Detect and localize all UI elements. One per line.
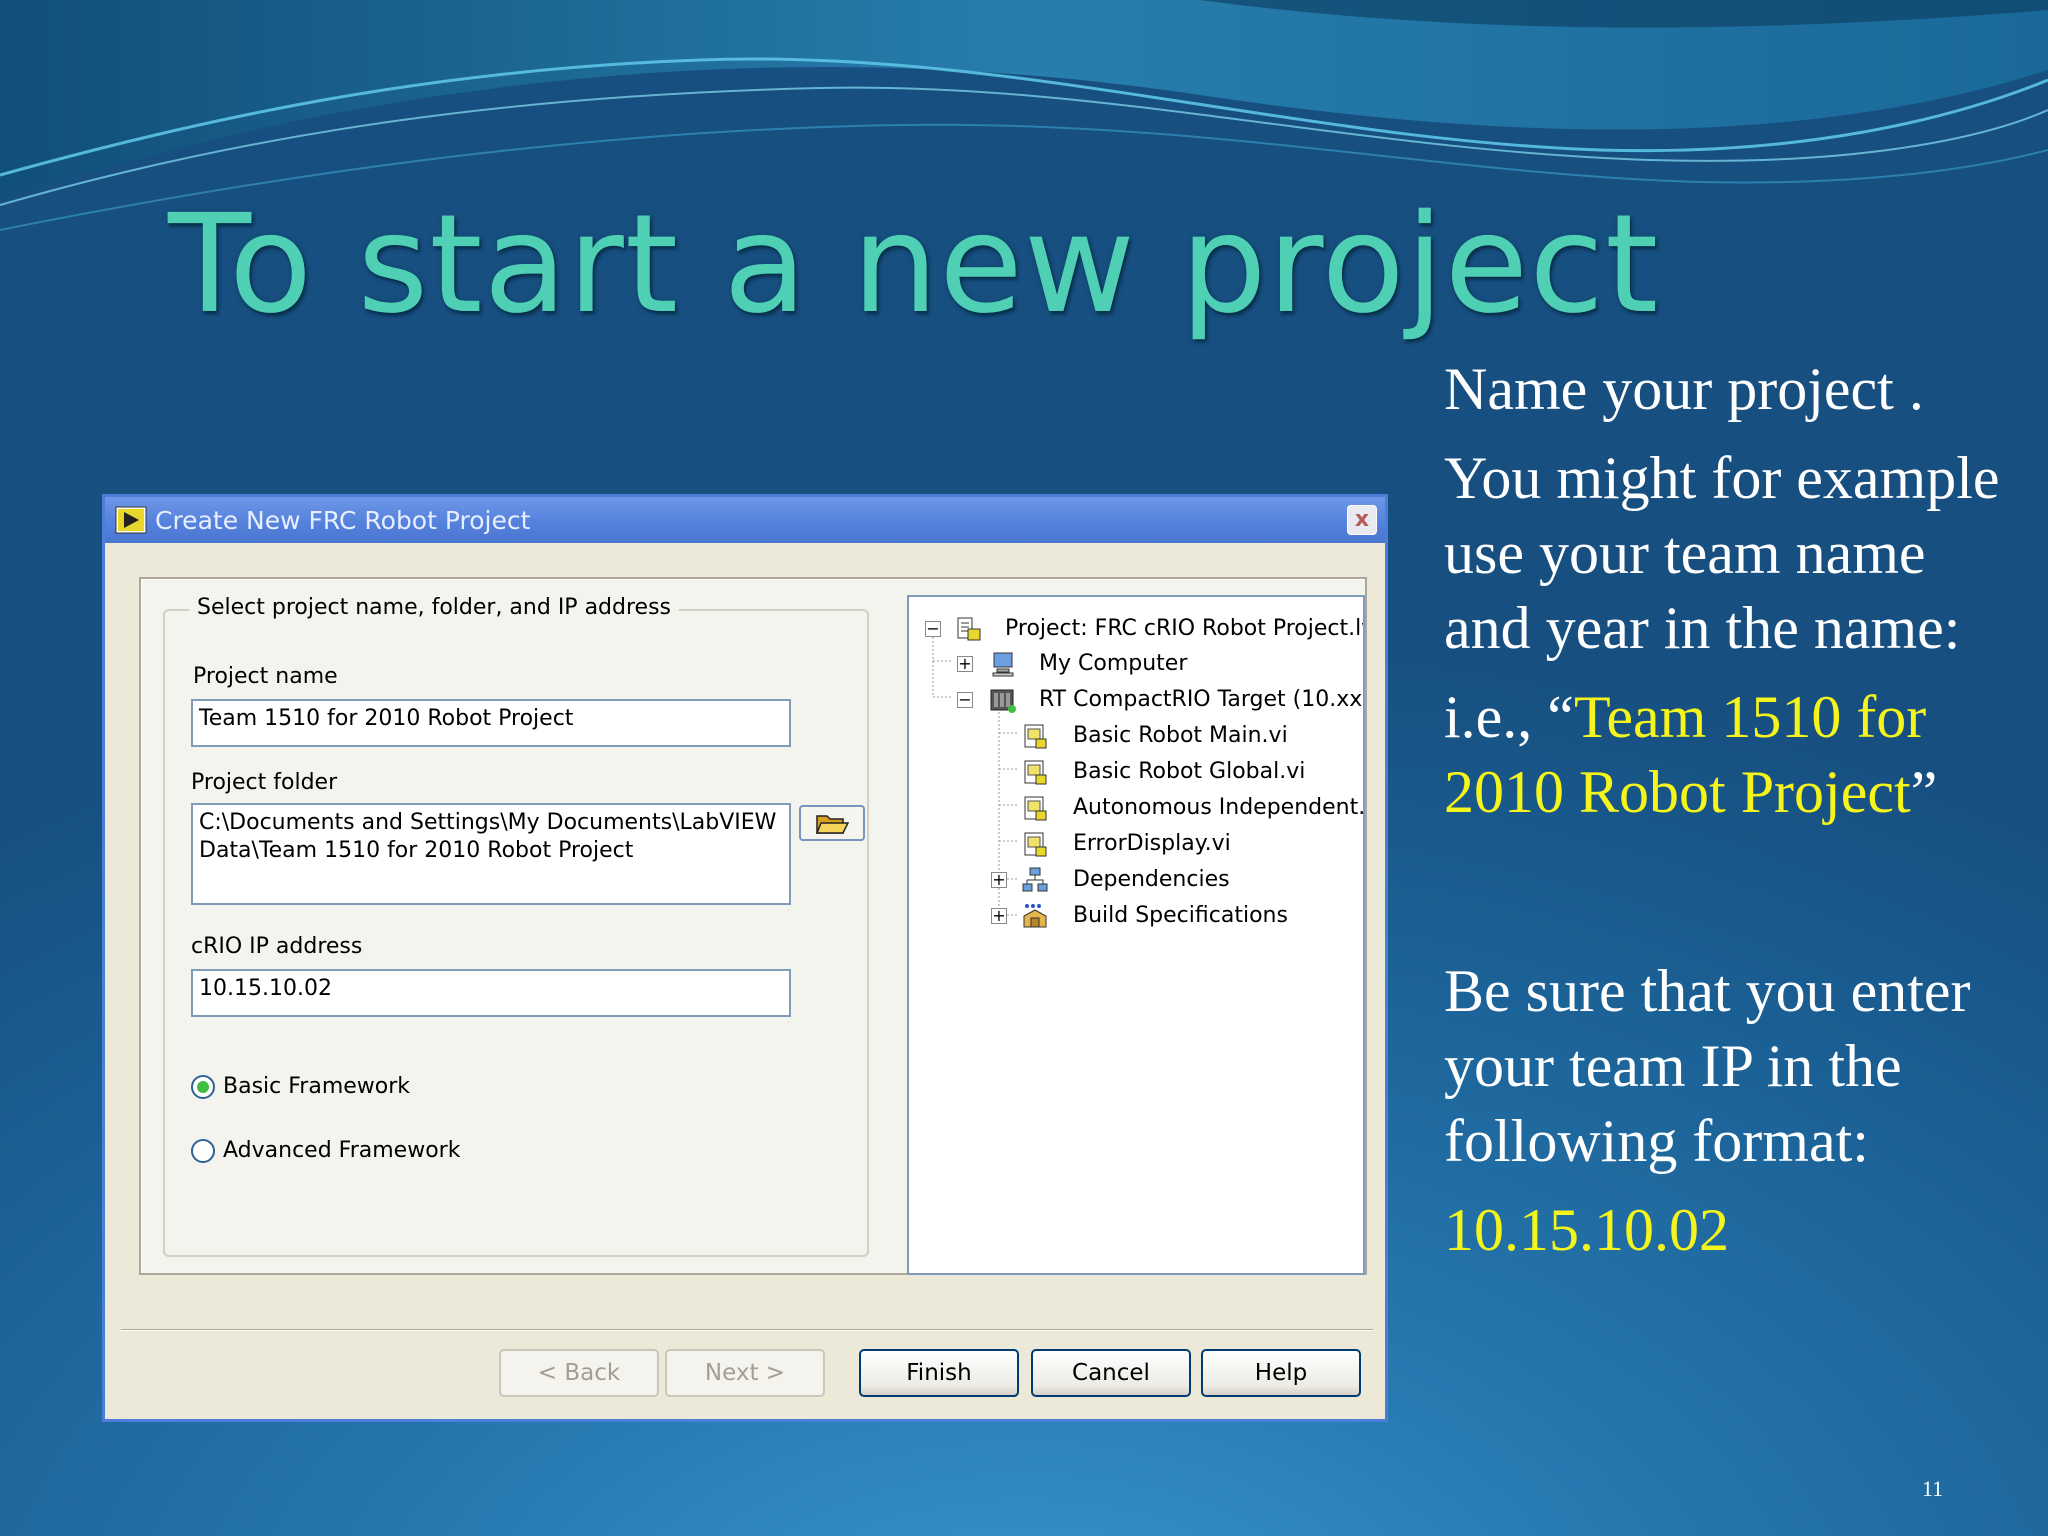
button-separator bbox=[121, 1329, 1373, 1331]
tree-item-label: My Computer bbox=[1039, 651, 1188, 676]
expand-icon[interactable]: + bbox=[991, 908, 1007, 924]
ip-address-label: cRIO IP address bbox=[191, 934, 363, 959]
expand-icon[interactable]: + bbox=[991, 872, 1007, 888]
project-icon bbox=[957, 617, 981, 641]
note-example-name: i.e., “Team 1510 for 2010 Robot Project” bbox=[1444, 680, 2024, 830]
slide-title: To start a new project bbox=[168, 186, 1660, 344]
project-folder-input[interactable]: C:\Documents and Settings\My Documents\L… bbox=[191, 803, 791, 905]
project-tree[interactable]: − Project: FRC cRIO Robot Project.lv + M… bbox=[907, 595, 1365, 1275]
tree-item-project[interactable]: − Project: FRC cRIO Robot Project.lv bbox=[909, 612, 1365, 646]
tree-item-file[interactable]: Basic Robot Main.vi bbox=[909, 719, 1363, 753]
tree-item-label: Autonomous Independent.vi bbox=[1073, 795, 1365, 820]
tree-item-build-specs[interactable]: + Build Specifications bbox=[909, 899, 1363, 933]
project-settings-group: Select project name, folder, and IP addr… bbox=[163, 593, 869, 1257]
tree-item-label: Basic Robot Main.vi bbox=[1073, 723, 1288, 748]
computer-icon bbox=[992, 652, 1014, 677]
close-button[interactable]: x bbox=[1347, 505, 1377, 535]
expand-icon[interactable]: + bbox=[957, 656, 973, 672]
cancel-button[interactable]: Cancel bbox=[1031, 1349, 1191, 1397]
note-name-project: Name your project . bbox=[1444, 356, 1924, 422]
project-folder-label: Project folder bbox=[191, 770, 338, 795]
note-suffix: ” bbox=[1910, 759, 1938, 825]
page-number: 11 bbox=[1922, 1476, 1944, 1501]
tree-item-label: ErrorDisplay.vi bbox=[1073, 831, 1231, 856]
collapse-icon[interactable]: − bbox=[957, 692, 973, 708]
dialog-titlebar[interactable]: Create New FRC Robot Project x bbox=[105, 497, 1385, 543]
tree-item-label: Basic Robot Global.vi bbox=[1073, 759, 1306, 784]
tree-item-label: Dependencies bbox=[1073, 867, 1230, 892]
compactrio-icon bbox=[990, 689, 1016, 713]
vi-file-icon bbox=[1024, 724, 1047, 749]
dialog-title: Create New FRC Robot Project bbox=[155, 506, 531, 535]
collapse-icon[interactable]: − bbox=[925, 621, 941, 637]
tree-item-file[interactable]: Autonomous Independent.vi bbox=[909, 791, 1365, 825]
note-prefix: i.e., “ bbox=[1444, 684, 1574, 750]
tree-item-my-computer[interactable]: + My Computer bbox=[909, 647, 1363, 681]
dependencies-icon bbox=[1022, 867, 1048, 892]
tree-item-file[interactable]: Basic Robot Global.vi bbox=[909, 755, 1363, 789]
basic-framework-label[interactable]: Basic Framework bbox=[223, 1073, 410, 1101]
ip-address-input[interactable]: 10.15.10.02 bbox=[191, 969, 791, 1017]
tree-item-rt-target[interactable]: − RT CompactRIO Target (10.xx. bbox=[909, 683, 1365, 717]
back-button[interactable]: < Back bbox=[499, 1349, 659, 1397]
radio-selected-dot bbox=[197, 1081, 209, 1093]
tree-item-label: Project: FRC cRIO Robot Project.lv bbox=[1005, 616, 1365, 641]
basic-framework-radio[interactable] bbox=[191, 1075, 215, 1099]
advanced-framework-label[interactable]: Advanced Framework bbox=[223, 1137, 460, 1165]
tree-item-label: RT CompactRIO Target (10.xx. bbox=[1039, 687, 1365, 712]
project-name-input[interactable]: Team 1510 for 2010 Robot Project bbox=[191, 699, 791, 747]
note-example: You might for example use your team name… bbox=[1444, 445, 2000, 661]
labview-app-icon bbox=[115, 506, 147, 534]
vi-file-icon bbox=[1024, 832, 1047, 857]
browse-folder-button[interactable] bbox=[799, 805, 865, 841]
note-ip-highlight: 10.15.10.02 bbox=[1444, 1197, 1729, 1263]
tree-item-label: Build Specifications bbox=[1073, 903, 1288, 928]
advanced-framework-radio[interactable] bbox=[191, 1139, 215, 1163]
tree-item-dependencies[interactable]: + Dependencies bbox=[909, 863, 1363, 897]
tree-item-file[interactable]: ErrorDisplay.vi bbox=[909, 827, 1363, 861]
dialog-content-panel: Select project name, folder, and IP addr… bbox=[139, 577, 1367, 1275]
vi-file-icon bbox=[1024, 796, 1047, 821]
create-project-dialog: Create New FRC Robot Project x Select pr… bbox=[102, 494, 1388, 1422]
finish-button[interactable]: Finish bbox=[859, 1349, 1019, 1397]
slide-notes: Name your project . You might for exampl… bbox=[1444, 352, 2024, 1282]
help-button[interactable]: Help bbox=[1201, 1349, 1361, 1397]
project-name-label: Project name bbox=[193, 664, 338, 689]
group-legend: Select project name, folder, and IP addr… bbox=[189, 593, 679, 623]
next-button[interactable]: Next > bbox=[665, 1349, 825, 1397]
folder-open-icon bbox=[815, 815, 849, 834]
build-specifications-icon bbox=[1023, 904, 1047, 928]
vi-file-icon bbox=[1024, 760, 1047, 785]
note-ip-instruction: Be sure that you enter your team IP in t… bbox=[1444, 958, 1971, 1174]
